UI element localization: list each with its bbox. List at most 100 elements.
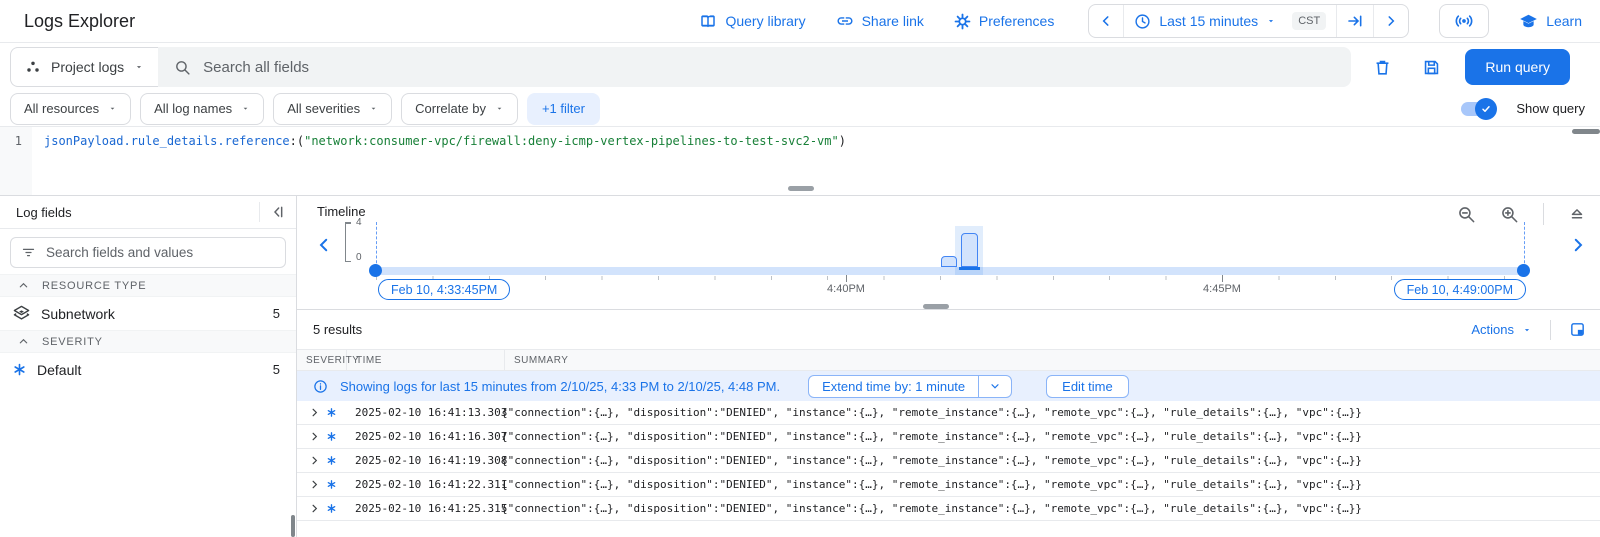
preferences-button[interactable]: Preferences xyxy=(954,13,1054,30)
caret-down-icon xyxy=(108,104,117,113)
log-time: 2025-02-10 16:41:25.315 xyxy=(343,502,501,515)
time-back-button[interactable] xyxy=(1089,5,1123,37)
info-icon xyxy=(313,379,328,394)
timeline-tick-label: 4:45PM xyxy=(1198,283,1246,295)
book-icon xyxy=(699,12,717,30)
delete-query-icon[interactable] xyxy=(1373,58,1392,77)
log-row[interactable]: 2025-02-10 16:41:13.303 {"connection":{…… xyxy=(297,401,1600,425)
range-start-handle[interactable] xyxy=(369,264,382,277)
severity-default-icon xyxy=(12,362,27,377)
query-text[interactable]: jsonPayload.rule_details.reference:("net… xyxy=(44,134,1560,148)
caret-down-icon xyxy=(1522,325,1532,335)
y-axis-min: 0 xyxy=(356,252,362,263)
expand-row-icon[interactable] xyxy=(297,431,320,442)
open-fullscreen-icon[interactable] xyxy=(1569,321,1586,338)
fields-search-box xyxy=(10,237,286,268)
run-query-button[interactable]: Run query xyxy=(1465,49,1570,85)
log-summary: {"connection":{…}, "disposition":"DENIED… xyxy=(501,430,1600,443)
log-fields-title: Log fields xyxy=(16,205,72,220)
top-header: Logs Explorer Query library Share link P… xyxy=(0,0,1600,43)
range-start-pill[interactable]: Feb 10, 4:33:45PM xyxy=(378,279,510,300)
stream-logs-button[interactable] xyxy=(1439,4,1489,38)
timeline-minor-ticks xyxy=(376,276,1524,280)
log-row[interactable]: 2025-02-10 16:41:19.308 {"connection":{…… xyxy=(297,449,1600,473)
time-range-dropdown[interactable]: Last 15 minutes CST xyxy=(1123,5,1336,37)
range-end-handle[interactable] xyxy=(1517,264,1530,277)
timeline-selection-strip xyxy=(959,267,980,270)
log-row[interactable]: 2025-02-10 16:41:16.307 {"connection":{…… xyxy=(297,425,1600,449)
fields-panel-scrollbar[interactable] xyxy=(291,515,295,537)
results-column-headers: SEVERITY TIME SUMMARY xyxy=(297,349,1600,371)
collapse-panel-icon[interactable] xyxy=(270,204,286,220)
field-item-subnetwork[interactable]: Subnetwork 5 xyxy=(0,297,296,330)
edit-time-button[interactable]: Edit time xyxy=(1046,375,1129,398)
all-severities-dropdown[interactable]: All severities xyxy=(273,93,392,125)
search-icon xyxy=(174,59,191,76)
show-query-toggle[interactable] xyxy=(1459,98,1497,120)
caret-down-icon xyxy=(134,62,144,72)
all-log-names-dropdown[interactable]: All log names xyxy=(140,93,264,125)
zoom-out-icon[interactable] xyxy=(1457,205,1476,224)
caret-down-icon xyxy=(495,104,504,113)
expand-row-icon[interactable] xyxy=(297,407,320,418)
search-all-fields-input[interactable] xyxy=(203,59,1335,76)
timezone-badge[interactable]: CST xyxy=(1292,12,1326,30)
jump-to-now-button[interactable] xyxy=(1336,5,1373,37)
log-row[interactable]: 2025-02-10 16:41:22.311 {"connection":{…… xyxy=(297,473,1600,497)
collapse-timeline-icon[interactable] xyxy=(1568,205,1586,223)
section-resource-type[interactable]: RESOURCE TYPE xyxy=(0,274,296,297)
severity-default-icon xyxy=(320,503,343,514)
save-query-icon[interactable] xyxy=(1422,58,1441,77)
show-query-label: Show query xyxy=(1516,101,1585,116)
editor-resize-handle[interactable] xyxy=(788,186,814,191)
timeline-bar-1[interactable] xyxy=(941,256,957,267)
actions-dropdown[interactable]: Actions xyxy=(1471,322,1532,337)
graduation-cap-icon xyxy=(1519,12,1538,31)
log-time: 2025-02-10 16:41:16.307 xyxy=(343,430,501,443)
learn-button[interactable]: Learn xyxy=(1519,12,1582,31)
expand-row-icon[interactable] xyxy=(297,455,320,466)
severity-default-icon xyxy=(320,407,343,418)
log-fields-panel: Log fields RESOURCE TYPE xyxy=(0,196,297,537)
search-all-fields xyxy=(158,47,1351,87)
column-summary: SUMMARY xyxy=(505,355,1600,366)
log-row[interactable]: 2025-02-10 16:41:25.315 {"connection":{…… xyxy=(297,497,1600,521)
timeline-track[interactable] xyxy=(376,267,1525,275)
chevron-right-icon xyxy=(1384,14,1398,28)
all-resources-dropdown[interactable]: All resources xyxy=(10,93,131,125)
log-scope-dropdown[interactable]: Project logs xyxy=(10,47,158,87)
timeline-scroll-right-icon[interactable] xyxy=(1569,236,1587,254)
caret-down-icon xyxy=(241,104,250,113)
fields-search-input[interactable] xyxy=(46,245,275,260)
extra-filter-chip[interactable]: +1 filter xyxy=(527,93,600,125)
query-editor[interactable]: 1 jsonPayload.rule_details.reference:("n… xyxy=(0,126,1600,196)
editor-line-number: 1 xyxy=(0,127,32,195)
range-end-line xyxy=(1524,222,1525,268)
query-bar: Project logs Run query xyxy=(0,43,1600,91)
editor-horizontal-scrollbar[interactable] xyxy=(1572,129,1600,134)
zoom-in-icon[interactable] xyxy=(1500,205,1519,224)
chevron-left-icon xyxy=(1099,14,1113,28)
expand-row-icon[interactable] xyxy=(297,503,320,514)
timeline-scroll-left-icon[interactable] xyxy=(315,236,333,254)
timeline-resize-handle[interactable] xyxy=(923,304,949,309)
time-forward-button[interactable] xyxy=(1373,5,1408,37)
caret-down-icon xyxy=(369,104,378,113)
field-item-default-severity[interactable]: Default 5 xyxy=(0,353,296,386)
correlate-by-dropdown[interactable]: Correlate by xyxy=(401,93,518,125)
check-icon xyxy=(1480,103,1492,115)
timeline-bar-2[interactable] xyxy=(961,233,978,267)
extend-time-button[interactable]: Extend time by: 1 minute xyxy=(808,375,1012,398)
section-severity[interactable]: SEVERITY xyxy=(0,330,296,353)
expand-row-icon[interactable] xyxy=(297,479,320,490)
filter-bar: All resources All log names All severiti… xyxy=(0,91,1600,126)
query-library-button[interactable]: Query library xyxy=(699,12,805,30)
log-time: 2025-02-10 16:41:13.303 xyxy=(343,406,501,419)
page-title: Logs Explorer xyxy=(24,11,135,32)
timeline-y-axis xyxy=(345,222,351,262)
range-end-pill[interactable]: Feb 10, 4:49:00PM xyxy=(1394,279,1526,300)
extend-time-caret[interactable] xyxy=(979,376,1011,397)
query-field-token: jsonPayload.rule_details.reference xyxy=(44,134,290,148)
share-link-button[interactable]: Share link xyxy=(836,12,924,30)
log-summary: {"connection":{…}, "disposition":"DENIED… xyxy=(501,478,1600,491)
